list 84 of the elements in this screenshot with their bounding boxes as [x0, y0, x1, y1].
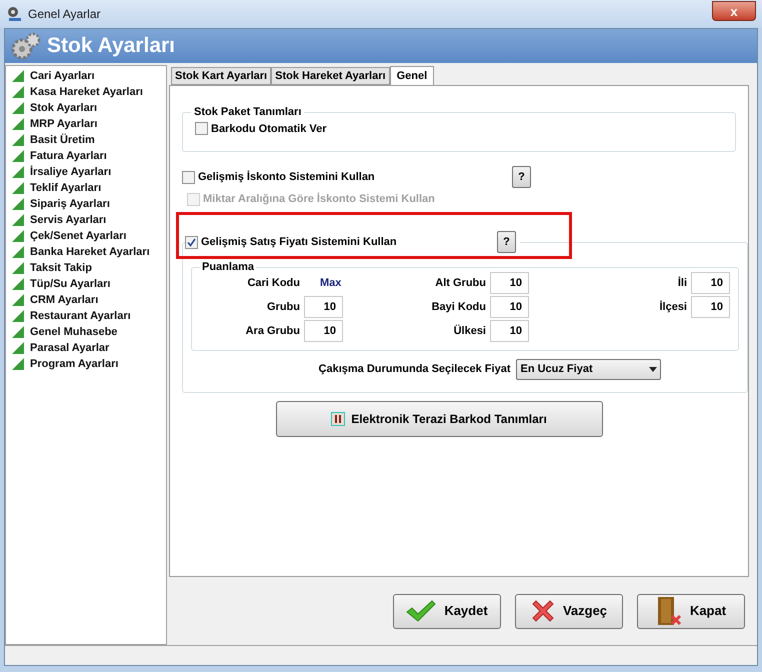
tab[interactable]: Stok Kart Ayarları	[171, 67, 272, 85]
field-label: Çakışma Durumunda Seçilecek Fiyat	[318, 362, 510, 378]
close-button[interactable]: x	[712, 1, 756, 21]
sidebar-item[interactable]: Fatura Ayarları	[6, 148, 166, 164]
gears-icon	[11, 31, 41, 61]
sidebar-item[interactable]: Stok Ayarları	[6, 100, 166, 116]
sidebar-item[interactable]: İrsaliye Ayarları	[6, 164, 166, 180]
input-field[interactable]: 10	[304, 296, 343, 318]
sidebar-item[interactable]: Program Ayarları	[6, 356, 166, 372]
checkbox[interactable]	[182, 170, 195, 184]
sidebar-item[interactable]: Taksit Takip	[6, 260, 166, 276]
tab[interactable]: Stok Hareket Ayarları	[271, 67, 390, 85]
input-field[interactable]: 10	[490, 320, 529, 342]
field-label: Grubu	[266, 300, 300, 315]
sidebar-item[interactable]: Parasal Ayarlar	[6, 340, 166, 356]
field-label: Alt Grubu	[434, 276, 486, 291]
save-button[interactable]: Kaydet	[393, 594, 501, 628]
checkbox-label: Miktar Aralığına Göre İskonto Sistemi Kullan	[203, 192, 435, 207]
triangle-icon	[12, 262, 24, 274]
checkbox-label: Gelişmiş Satış Fiyatı Sistemini Kullan	[201, 234, 398, 250]
triangle-icon	[12, 342, 24, 354]
window-title: Genel Ayarlar	[28, 6, 102, 23]
triangle-icon	[12, 134, 24, 146]
sidebar-item[interactable]: Banka Hareket Ayarları	[6, 244, 166, 260]
sidebar-item[interactable]: Servis Ayarları	[6, 212, 166, 228]
field-label: İli	[678, 276, 687, 291]
sidebar-item[interactable]: Teklif Ayarları	[6, 180, 166, 196]
triangle-icon	[12, 246, 24, 258]
triangle-icon	[12, 326, 24, 338]
triangle-icon	[12, 198, 24, 210]
dropdown-arrow-icon	[649, 367, 658, 372]
page-title: Stok Ayarları	[47, 33, 175, 60]
door-icon	[656, 596, 682, 626]
sidebar-item[interactable]: Restaurant Ayarları	[6, 308, 166, 324]
triangle-icon	[12, 182, 24, 194]
triangle-icon	[12, 278, 24, 290]
field-label: Cari Kodu	[246, 276, 300, 291]
input-field[interactable]: 10	[490, 296, 529, 318]
sidebar-item[interactable]: Sipariş Ayarları	[6, 196, 166, 212]
triangle-icon	[12, 118, 24, 130]
triangle-icon	[12, 86, 24, 98]
input-field[interactable]: 10	[691, 272, 730, 294]
close-window-button[interactable]: Kapat	[637, 594, 745, 628]
field-label: Bayi Kodu	[430, 300, 486, 315]
triangle-icon	[12, 230, 24, 242]
help-button[interactable]: ?	[512, 166, 531, 188]
field-label: Ülkesi	[452, 324, 486, 339]
checkbox[interactable]	[185, 236, 198, 248]
scale-icon	[331, 412, 346, 426]
group-title: Stok Paket Tanımları	[193, 105, 302, 120]
input-field[interactable]: 10	[490, 272, 529, 294]
check-icon	[406, 600, 436, 622]
triangle-icon	[12, 310, 24, 322]
field-value: Max	[320, 276, 342, 291]
triangle-icon	[12, 214, 24, 226]
checkbox-label: Barkodu Otomatik Ver	[211, 122, 327, 136]
triangle-icon	[12, 70, 24, 82]
checkbox-label: Gelişmiş İskonto Sistemini Kullan	[198, 170, 376, 185]
price-dropdown[interactable]: En Ucuz Fiyat	[516, 359, 662, 380]
triangle-icon	[12, 166, 24, 178]
triangle-icon	[12, 150, 24, 162]
field-label: İlçesi	[659, 300, 687, 315]
gear-icon	[6, 6, 22, 22]
sidebar-item[interactable]: Çek/Senet Ayarları	[6, 228, 166, 244]
field-label: Ara Grubu	[244, 324, 300, 339]
sidebar-item[interactable]: MRP Ayarları	[6, 116, 166, 132]
triangle-icon	[12, 102, 24, 114]
tab[interactable]: Genel	[390, 66, 434, 86]
triangle-icon	[12, 358, 24, 370]
sidebar-item[interactable]: CRM Ayarları	[6, 292, 166, 308]
scale-barcode-button[interactable]: Elektronik Terazi Barkod Tanımları	[276, 401, 602, 437]
checkbox[interactable]	[195, 122, 208, 136]
input-field[interactable]: 10	[304, 320, 343, 342]
sidebar-item[interactable]: Kasa Hareket Ayarları	[6, 84, 166, 100]
sidebar-item[interactable]: Basit Üretim	[6, 132, 166, 148]
cancel-button[interactable]: Vazgeç	[515, 594, 623, 628]
triangle-icon	[12, 294, 24, 306]
sidebar-item[interactable]: Tüp/Su Ayarları	[6, 276, 166, 292]
help-button[interactable]: ?	[497, 231, 516, 253]
cross-icon	[530, 599, 555, 623]
sidebar-item[interactable]: Genel Muhasebe	[6, 324, 166, 340]
group-title: Puanlama	[201, 262, 255, 272]
sidebar-item[interactable]: Cari Ayarları	[6, 68, 166, 84]
input-field[interactable]: 10	[691, 296, 730, 318]
